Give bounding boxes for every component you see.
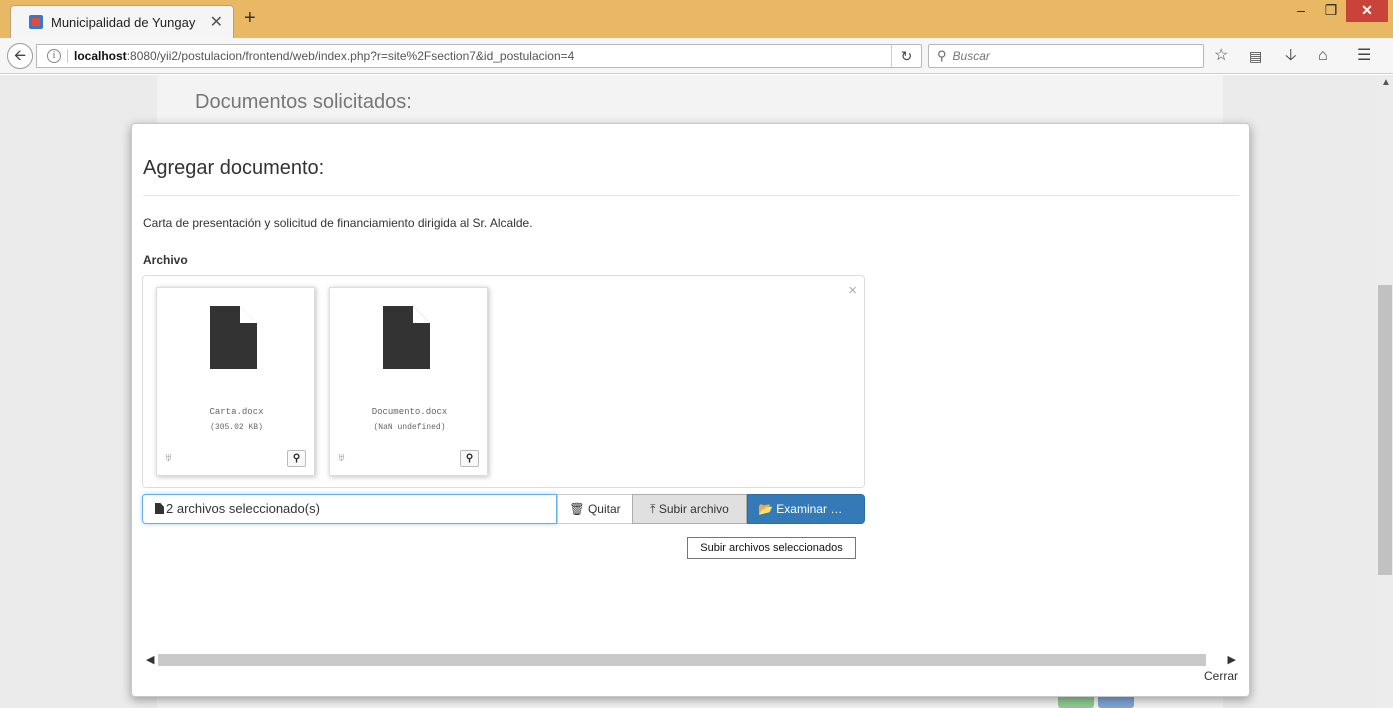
zoom-icon: ⚲ — [292, 453, 301, 464]
info-icon[interactable]: i — [47, 49, 61, 63]
horizontal-scrollbar-thumb[interactable] — [158, 654, 1206, 666]
bookmark-star-icon[interactable]: ☆ — [1214, 48, 1228, 64]
file-size: (NaN undefined) — [373, 423, 446, 432]
document-file-icon — [210, 306, 257, 369]
upload-circle-icon: ⤒ — [650, 502, 656, 516]
download-icon[interactable]: 🡣 — [1285, 48, 1297, 64]
scroll-left-arrow-icon[interactable]: ◀ — [146, 653, 154, 666]
url-host: localhost — [67, 49, 127, 63]
address-bar[interactable]: i localhost:8080/yii2/postulacion/fronte… — [36, 44, 922, 68]
close-button[interactable]: Cerrar — [1204, 669, 1238, 683]
search-bar[interactable]: ⚲ — [928, 44, 1204, 68]
horizontal-scrollbar[interactable]: ◀ ▶ — [142, 651, 1240, 668]
browser-tab[interactable]: Municipalidad de Yungay ✕ — [10, 5, 234, 38]
zoom-button[interactable]: ⚲ — [460, 450, 479, 467]
upload-tooltip: Subir archivos seleccionados — [687, 537, 856, 559]
file-label: Archivo — [143, 253, 188, 267]
browser-navbar: 🡨 i localhost:8080/yii2/postulacion/fron… — [0, 38, 1393, 74]
browser-titlebar: Municipalidad de Yungay ✕ + – ❐ ✕ — [0, 0, 1393, 38]
upload-button[interactable]: ⤒ Subir archivo — [632, 494, 747, 524]
modal-title: Agregar documento: — [143, 157, 325, 179]
drag-handle-icon[interactable]: ♅ — [164, 450, 173, 464]
file-caption-text: 2 archivos seleccionado(s) — [166, 501, 320, 516]
scroll-up-arrow-icon[interactable]: ▲ — [1381, 77, 1391, 88]
remove-button-label: Quitar — [587, 502, 621, 516]
file-name: Documento.docx — [371, 407, 448, 417]
upload-button-label: Subir archivo — [658, 502, 729, 516]
file-name: Carta.docx — [209, 407, 264, 417]
tab-close-icon[interactable]: ✕ — [210, 12, 223, 32]
reload-icon[interactable]: ↻ — [891, 45, 921, 67]
window-close-button[interactable]: ✕ — [1346, 0, 1388, 22]
back-arrow-icon[interactable]: 🡨 — [7, 43, 33, 69]
search-icon: ⚲ — [937, 48, 947, 63]
tab-title: Municipalidad de Yungay — [51, 14, 196, 30]
file-thumbnail: Carta.docx (305.02 KB) ♅ ⚲ — [156, 287, 315, 476]
search-input[interactable] — [952, 49, 1173, 63]
home-icon[interactable]: ⌂ — [1318, 48, 1328, 64]
window-maximize-button[interactable]: ❐ — [1316, 0, 1346, 22]
menu-icon[interactable]: ☰ — [1357, 48, 1371, 64]
browse-button-label: Examinar … — [776, 502, 843, 516]
remove-button[interactable]: 🗑 Quitar — [557, 494, 633, 524]
modal-divider — [143, 195, 1239, 196]
favicon-icon — [29, 15, 43, 29]
file-caption-field[interactable]: 2 archivos seleccionado(s) — [142, 494, 557, 524]
document-file-icon — [383, 306, 430, 369]
vertical-scrollbar-thumb[interactable] — [1378, 285, 1392, 575]
file-size: (305.02 KB) — [210, 423, 263, 432]
file-input-group: 2 archivos seleccionado(s) 🗑 Quitar ⤒ Su… — [142, 494, 865, 524]
url-path: :8080/yii2/postulacion/frontend/web/inde… — [126, 49, 575, 63]
zoom-icon: ⚲ — [465, 453, 474, 464]
folder-open-icon: 📂 — [758, 502, 773, 516]
file-icon — [155, 503, 164, 514]
file-preview-panel: × Carta.docx (305.02 KB) ♅ ⚲ Documento.d… — [142, 275, 865, 488]
reading-list-icon[interactable]: ▤ — [1249, 48, 1262, 64]
browse-button[interactable]: 📂 Examinar … — [747, 494, 865, 524]
preview-close-icon[interactable]: × — [848, 282, 857, 299]
scroll-right-arrow-icon[interactable]: ▶ — [1228, 653, 1236, 666]
window-minimize-button[interactable]: – — [1286, 0, 1316, 22]
document-description: Carta de presentación y solicitud de fin… — [143, 216, 533, 230]
page-heading: Documentos solicitados: — [195, 91, 412, 113]
trash-icon: 🗑 — [569, 502, 585, 516]
new-tab-button[interactable]: + — [244, 8, 256, 28]
zoom-button[interactable]: ⚲ — [287, 450, 306, 467]
add-document-modal: Agregar documento: Carta de presentación… — [131, 123, 1250, 697]
drag-handle-icon[interactable]: ♅ — [337, 450, 346, 464]
file-thumbnail: Documento.docx (NaN undefined) ♅ ⚲ — [329, 287, 488, 476]
